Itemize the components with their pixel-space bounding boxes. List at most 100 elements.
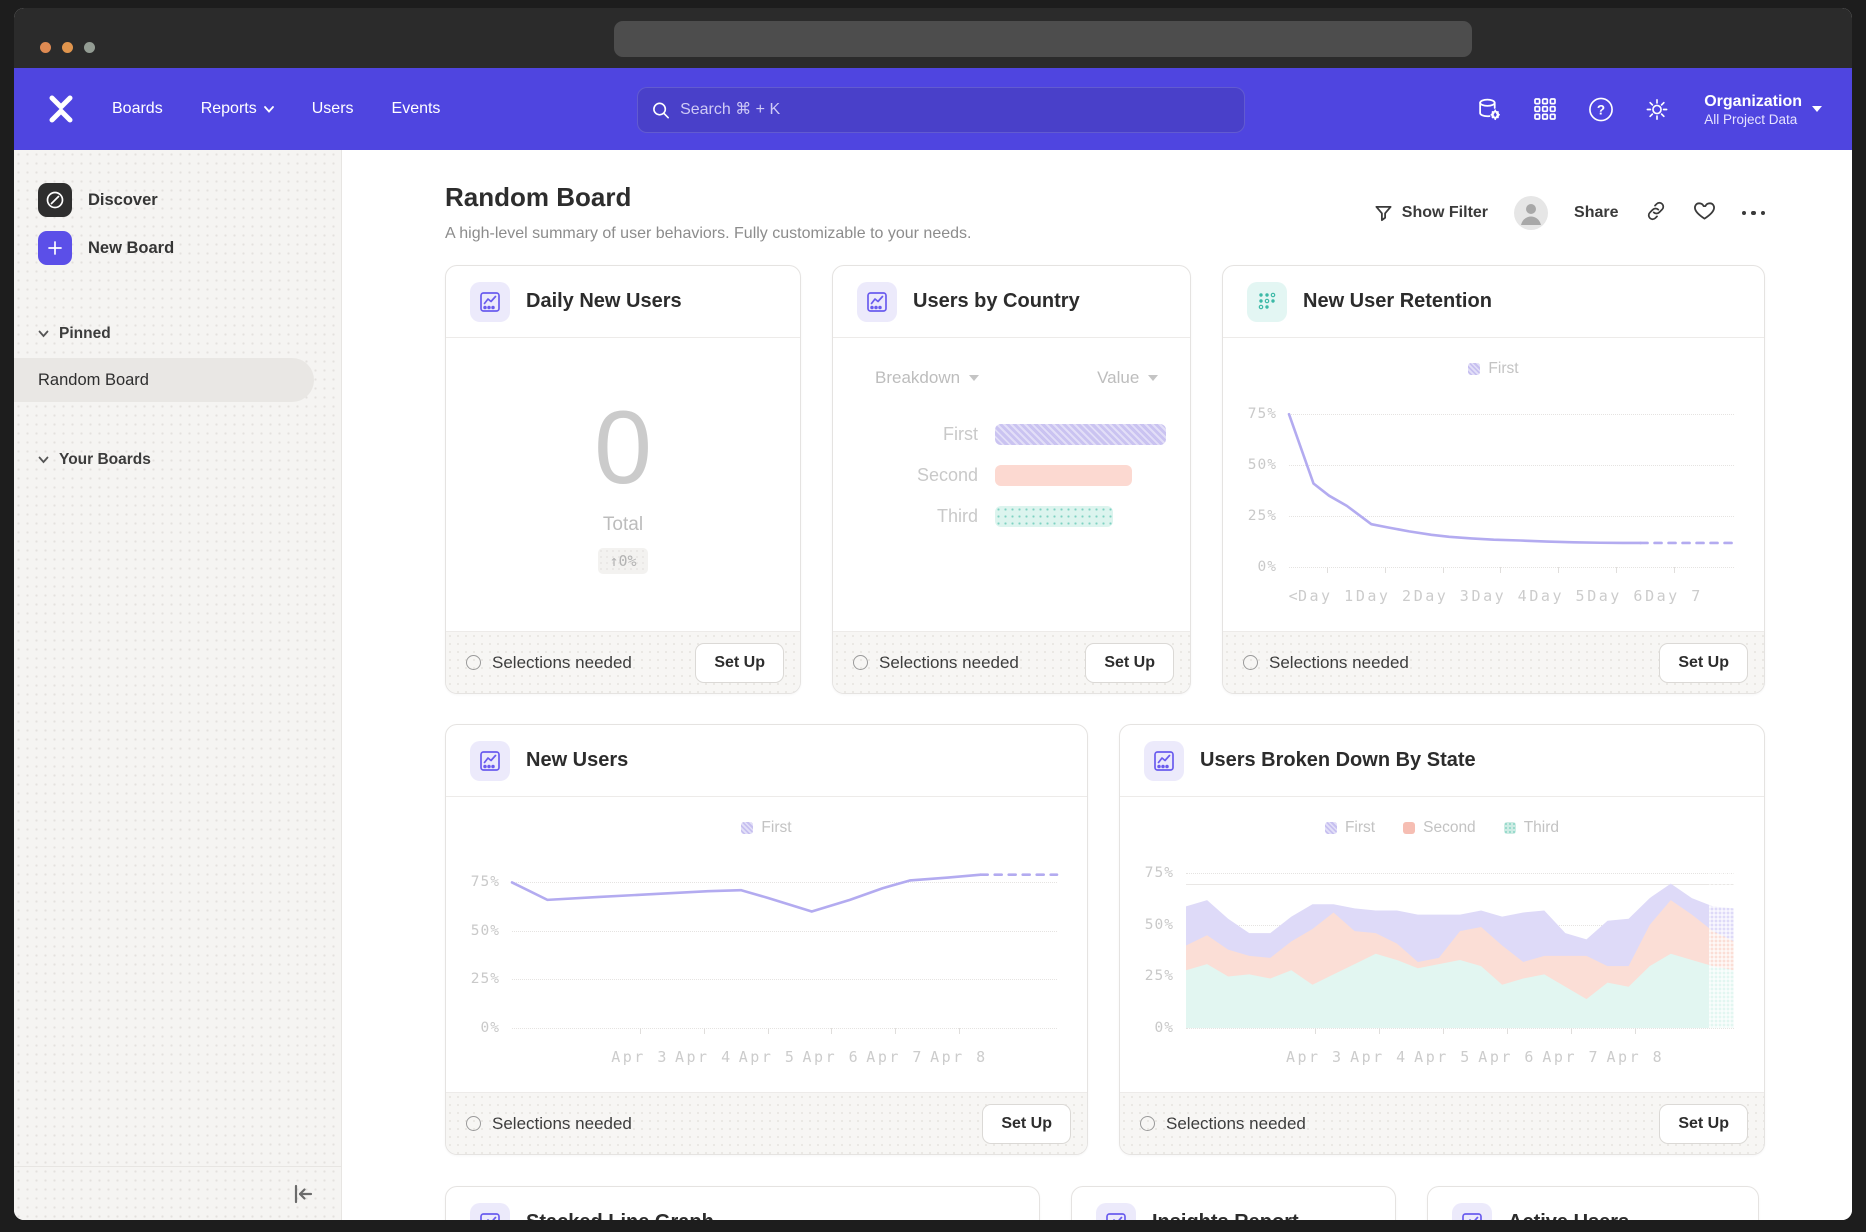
nav-item-users[interactable]: Users [312, 100, 354, 118]
axis-tick [768, 1028, 769, 1034]
collapse-sidebar-icon[interactable] [291, 1183, 315, 1205]
sidebar-section-pinned[interactable]: Pinned [14, 316, 341, 352]
chevron-down-icon [38, 456, 49, 464]
legend-label: First [1488, 360, 1518, 378]
y-tick-label: 50% [454, 923, 500, 939]
breakdown-dropdown[interactable]: Breakdown [875, 368, 979, 388]
more-options-icon[interactable] [1742, 211, 1766, 216]
chevron-down-icon [264, 106, 274, 113]
card-users-by-state: Users Broken Down By State First Second … [1119, 724, 1765, 1155]
copy-link-icon[interactable] [1645, 200, 1667, 227]
line-chart-icon [857, 282, 897, 322]
setup-button[interactable]: Set Up [1659, 1104, 1748, 1144]
axis-tick [1616, 567, 1617, 573]
chevron-down-icon [38, 330, 49, 338]
axis-tick [1571, 1028, 1572, 1034]
axis-tick [831, 1028, 832, 1034]
metric-label: Total [603, 514, 643, 536]
legend-label: Third [1524, 819, 1559, 837]
plus-icon [38, 231, 72, 265]
sidebar-item-label: New Board [88, 239, 174, 258]
sidebar-section-label: Your Boards [59, 451, 151, 469]
bar-label: Second [833, 465, 978, 486]
svg-text:?: ? [1597, 102, 1605, 117]
sidebar-section-label: Pinned [59, 325, 111, 343]
card-title: Stacked Line Graph [526, 1211, 714, 1220]
sidebar-item-new-board[interactable]: New Board [14, 224, 341, 272]
line-chart-icon [470, 282, 510, 322]
global-search[interactable] [637, 87, 1245, 133]
nav-item-reports[interactable]: Reports [201, 100, 274, 118]
status-circle-icon [466, 1116, 481, 1131]
legend-item-third: Third [1504, 819, 1559, 837]
chevron-down-icon [969, 375, 979, 381]
x-tick-label: Apr 4 [675, 1048, 733, 1066]
nav-item-events[interactable]: Events [392, 100, 441, 118]
minimize-window-button[interactable] [62, 42, 73, 53]
bar-first [995, 424, 1166, 445]
value-dropdown[interactable]: Value [1097, 368, 1158, 388]
status-text: Selections needed [492, 1114, 632, 1134]
nav-item-reports-label: Reports [201, 100, 257, 118]
setup-button[interactable]: Set Up [982, 1104, 1071, 1144]
status-circle-icon [1140, 1116, 1155, 1131]
card-title: Insights Report [1152, 1211, 1299, 1220]
sidebar-section-your-boards[interactable]: Your Boards [14, 442, 341, 478]
org-switcher[interactable]: Organization All Project Data [1704, 91, 1822, 128]
data-management-icon[interactable] [1476, 96, 1502, 122]
avatar[interactable] [1514, 196, 1548, 230]
sidebar-item-random-board[interactable]: Random Board [14, 358, 314, 402]
line-chart-icon [1144, 741, 1184, 781]
setup-button[interactable]: Set Up [1659, 643, 1748, 683]
bar-row: Second [833, 463, 1190, 487]
card-title: Active Users [1508, 1211, 1629, 1220]
retention-grid-icon [1247, 282, 1287, 322]
setup-button[interactable]: Set Up [1085, 643, 1174, 683]
y-tick-label: 50% [1128, 917, 1174, 933]
card-insights-report: Insights Report [1071, 1186, 1396, 1220]
legend-label: Second [1423, 819, 1476, 837]
apps-grid-icon[interactable] [1532, 96, 1558, 122]
axis-tick [1443, 567, 1444, 573]
traffic-lights [40, 42, 95, 53]
metric-value: 0 [594, 396, 652, 500]
sidebar: Discover New Board Pinned Random Board Y… [14, 150, 342, 1220]
status-text: Selections needed [492, 653, 632, 673]
x-tick-label: Day 2 [1356, 587, 1414, 605]
setup-button[interactable]: Set Up [695, 643, 784, 683]
url-bar[interactable] [614, 21, 1472, 57]
page-subtitle: A high-level summary of user behaviors. … [445, 225, 971, 243]
x-tick-label: Day 3 [1414, 587, 1472, 605]
x-tick-label: Day 6 [1587, 587, 1645, 605]
x-tick-label: Day 5 [1529, 587, 1587, 605]
x-tick-label: Apr 8 [930, 1048, 988, 1066]
card-daily-new-users: Daily New Users 0 Total ↑0% Selections n… [445, 265, 801, 694]
y-tick-label: 75% [1128, 865, 1174, 881]
axis-tick [1385, 567, 1386, 573]
line-chart-icon [470, 1203, 510, 1221]
favorite-heart-icon[interactable] [1693, 200, 1716, 226]
zoom-window-button[interactable] [84, 42, 95, 53]
legend-item-first: First [1468, 360, 1518, 378]
show-filter-button[interactable]: Show Filter [1374, 204, 1488, 223]
board-main: Random Board A high-level summary of use… [342, 150, 1852, 1220]
settings-gear-icon[interactable] [1644, 96, 1670, 122]
search-input[interactable] [680, 101, 1230, 119]
legend-label: First [1345, 819, 1375, 837]
axis-tick [1315, 1028, 1316, 1034]
mixpanel-logo-icon[interactable] [44, 92, 78, 126]
sidebar-item-label: Random Board [38, 371, 149, 390]
close-window-button[interactable] [40, 42, 51, 53]
discover-compass-icon [38, 183, 72, 217]
share-button[interactable]: Share [1574, 204, 1618, 222]
help-icon[interactable]: ? [1588, 96, 1614, 122]
bar-second [995, 465, 1132, 486]
browser-chrome [14, 8, 1852, 68]
nav-item-boards[interactable]: Boards [112, 100, 163, 118]
sidebar-item-discover[interactable]: Discover [14, 176, 341, 224]
sidebar-footer [14, 1166, 341, 1220]
new-users-line-chart: 75%50%25%0%Apr 3Apr 4Apr 5Apr 6Apr 7Apr … [512, 863, 1057, 1028]
axis-tick [1443, 1028, 1444, 1034]
axis-tick [1500, 567, 1501, 573]
breakdown-label: Breakdown [875, 368, 960, 388]
